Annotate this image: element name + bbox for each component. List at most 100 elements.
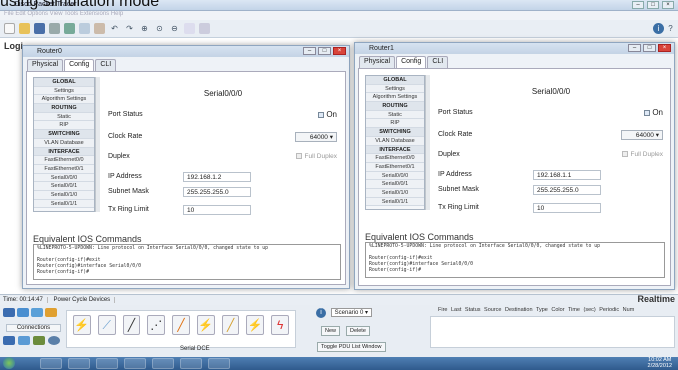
- paste-icon[interactable]: [94, 23, 105, 34]
- copy-icon[interactable]: [79, 23, 90, 34]
- crossover-cable-icon[interactable]: ⋰: [147, 315, 166, 335]
- taskbar-chrome-icon[interactable]: [124, 358, 146, 369]
- fiber-cable-icon[interactable]: ╱: [172, 315, 190, 335]
- custom-device-icon[interactable]: [199, 23, 210, 34]
- start-button-icon[interactable]: [3, 357, 15, 369]
- full-duplex-option[interactable]: Full Duplex: [296, 153, 337, 160]
- minimize-icon[interactable]: –: [303, 47, 316, 55]
- sidebar-item-serial0-0-0[interactable]: Serial0/0/0: [34, 173, 94, 183]
- clock-rate-select[interactable]: 64000 ▾: [295, 132, 337, 142]
- sidebar-item-algorithm-settings[interactable]: Algorithm Settings: [34, 95, 94, 105]
- undo-icon[interactable]: ↶: [109, 23, 120, 34]
- system-clock[interactable]: 10:02 AM 2/28/2012: [648, 357, 672, 369]
- sidebar-item-rip[interactable]: RIP: [34, 121, 94, 131]
- info-icon[interactable]: i: [653, 23, 664, 34]
- sidebar-item-serial0-1-0[interactable]: Serial0/1/0: [34, 190, 94, 200]
- sidebar-item-static[interactable]: Static: [366, 110, 424, 120]
- sidebar-item-vlan-database[interactable]: VLAN Database: [366, 136, 424, 146]
- coaxial-cable-icon[interactable]: ╱: [221, 315, 240, 335]
- tab-physical[interactable]: Physical: [359, 56, 396, 68]
- sidebar-item-algorithm-settings[interactable]: Algorithm Settings: [366, 93, 424, 103]
- window-title-bar[interactable]: Router0 – □ ×: [23, 46, 349, 57]
- phone-cable-icon[interactable]: ⚡: [196, 315, 215, 335]
- ip-address-field[interactable]: 192.168.1.2: [183, 172, 251, 182]
- palette-icon[interactable]: [184, 23, 195, 34]
- sidebar-item-serial0-0-1[interactable]: Serial0/0/1: [34, 182, 94, 191]
- zoom-out-icon[interactable]: ⊖: [169, 23, 180, 34]
- serial-dte-cable-icon[interactable]: ϟ: [271, 315, 290, 335]
- sidebar-item-serial0-0-0[interactable]: Serial0/0/0: [366, 171, 424, 181]
- sidebar-item-vlan-database[interactable]: VLAN Database: [34, 138, 94, 148]
- minimize-icon[interactable]: –: [628, 44, 641, 52]
- pdu-list-area[interactable]: [430, 316, 675, 348]
- close-icon[interactable]: ×: [658, 44, 671, 52]
- sidebar-item-static[interactable]: Static: [34, 112, 94, 122]
- realtime-mode-label[interactable]: Realtime: [637, 294, 675, 304]
- sidebar-item-settings[interactable]: Settings: [34, 86, 94, 96]
- tab-config[interactable]: Config: [396, 56, 427, 68]
- close-icon[interactable]: ×: [662, 1, 674, 9]
- print-icon[interactable]: [49, 23, 60, 34]
- tab-cli[interactable]: CLI: [427, 56, 449, 68]
- help-icon[interactable]: ?: [665, 23, 676, 34]
- port-status-toggle[interactable]: On: [644, 108, 663, 117]
- minimize-icon[interactable]: –: [632, 1, 644, 9]
- close-icon[interactable]: ×: [333, 47, 346, 55]
- delete-scenario-button[interactable]: Delete: [346, 326, 370, 336]
- zoom-reset-icon[interactable]: ⊙: [154, 23, 165, 34]
- activity-wizard-icon[interactable]: [64, 23, 75, 34]
- logical-tab-label[interactable]: Logi: [4, 41, 23, 51]
- wan-emulation-icon[interactable]: [18, 336, 30, 345]
- sidebar-item-fastethernet0-1[interactable]: FastEthernet0/1: [34, 164, 94, 174]
- taskbar-app-icon[interactable]: [152, 358, 174, 369]
- toggle-pdu-list-button[interactable]: Toggle PDU List Window: [317, 342, 386, 352]
- sidebar-item-fastethernet0-0[interactable]: FastEthernet0/0: [366, 154, 424, 163]
- power-cycle-button[interactable]: Power Cycle Devices: [53, 297, 116, 303]
- tx-ring-limit-field[interactable]: 10: [183, 205, 251, 215]
- maximize-icon[interactable]: □: [318, 47, 331, 55]
- console-cable-icon[interactable]: ⟋: [97, 315, 116, 335]
- sidebar-scrollbar[interactable]: [95, 77, 100, 212]
- menubar[interactable]: File Edit Options View Tools Extensions …: [0, 11, 678, 20]
- subnet-mask-field[interactable]: 255.255.255.0: [183, 187, 251, 197]
- full-duplex-option[interactable]: Full Duplex: [622, 151, 663, 158]
- port-status-toggle[interactable]: On: [318, 110, 337, 119]
- sidebar-item-fastethernet0-1[interactable]: FastEthernet0/1: [366, 162, 424, 172]
- sidebar-item-settings[interactable]: Settings: [366, 84, 424, 94]
- multiuser-icon[interactable]: [48, 336, 60, 345]
- open-folder-icon[interactable]: [19, 23, 30, 34]
- taskbar-explorer-icon[interactable]: [68, 358, 90, 369]
- new-scenario-button[interactable]: New: [321, 326, 341, 336]
- subnet-mask-field[interactable]: 255.255.255.0: [533, 185, 601, 195]
- new-file-icon[interactable]: [4, 23, 15, 34]
- connections-icon[interactable]: [45, 308, 57, 317]
- auto-connect-cable-icon[interactable]: ⚡: [73, 315, 91, 335]
- window-title-bar[interactable]: Router1 – □ ×: [355, 43, 674, 54]
- sidebar-item-serial0-1-0[interactable]: Serial0/1/0: [366, 188, 424, 198]
- hub-icon[interactable]: [31, 308, 43, 317]
- taskbar-window-icon[interactable]: [208, 358, 230, 369]
- tab-config[interactable]: Config: [64, 59, 95, 71]
- straight-through-cable-icon[interactable]: ╱: [122, 315, 141, 335]
- sidebar-item-serial0-0-1[interactable]: Serial0/0/1: [366, 180, 424, 189]
- router-icon[interactable]: [3, 308, 15, 317]
- scenario-select[interactable]: Scenario 0 ▾: [330, 308, 373, 317]
- sidebar-item-rip[interactable]: RIP: [366, 119, 424, 129]
- sidebar-item-serial0-1-1[interactable]: Serial0/1/1: [34, 199, 94, 209]
- custom-devices-icon[interactable]: [33, 336, 45, 345]
- ios-console[interactable]: %LINEPROTO-5-UPDOWN: Line protocol on In…: [365, 242, 665, 278]
- save-icon[interactable]: [34, 23, 45, 34]
- taskbar-packet-tracer-icon[interactable]: [180, 358, 202, 369]
- sidebar-item-fastethernet0-0[interactable]: FastEthernet0/0: [34, 156, 94, 165]
- clock-rate-select[interactable]: 64000 ▾: [621, 130, 663, 140]
- switch-icon[interactable]: [17, 308, 29, 317]
- tab-cli[interactable]: CLI: [95, 59, 117, 71]
- maximize-icon[interactable]: □: [643, 44, 656, 52]
- maximize-icon[interactable]: □: [647, 1, 659, 9]
- zoom-in-icon[interactable]: ⊕: [139, 23, 150, 34]
- sidebar-item-serial0-1-1[interactable]: Serial0/1/1: [366, 197, 424, 207]
- tab-physical[interactable]: Physical: [27, 59, 64, 71]
- sidebar-scrollbar[interactable]: [425, 75, 430, 210]
- end-device-icon[interactable]: [3, 336, 15, 345]
- tx-ring-limit-field[interactable]: 10: [533, 203, 601, 213]
